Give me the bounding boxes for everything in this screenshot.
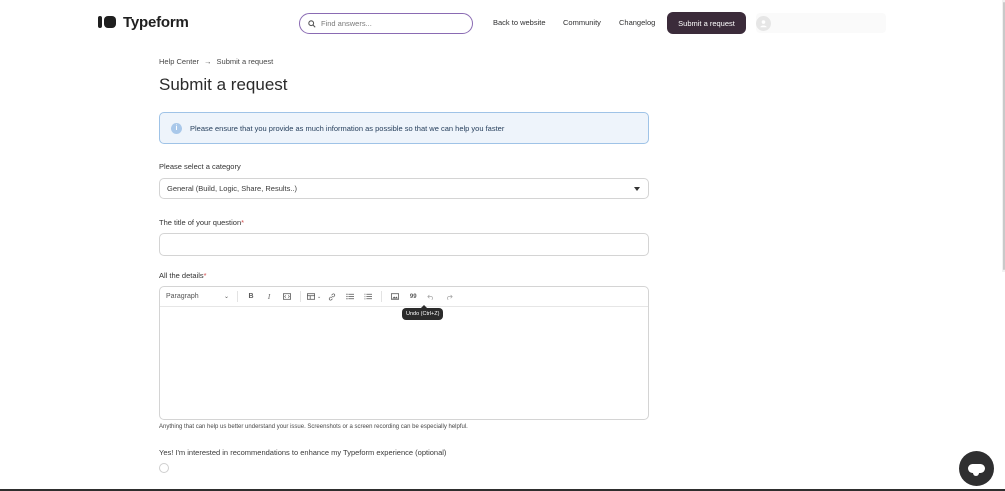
user-icon <box>760 19 767 27</box>
required-mark: * <box>203 271 207 280</box>
details-label: All the details* <box>159 271 207 280</box>
search-icon <box>308 19 316 28</box>
chat-bubble-icon <box>968 464 985 476</box>
toolbar-divider <box>381 291 383 302</box>
search-input[interactable] <box>321 19 461 28</box>
chevron-down-icon: ⌄ <box>223 294 229 300</box>
breadcrumb-current: Submit a request <box>216 57 274 66</box>
required-mark: * <box>241 218 245 227</box>
toolbar-divider <box>237 291 238 302</box>
typeform-logo[interactable]: Typeform <box>98 13 189 31</box>
details-editor[interactable]: Paragraph ⌄ B I ⌄ 99 <box>159 286 649 420</box>
breadcrumb-separator: → <box>204 57 212 66</box>
optin-label: Yes! I'm interested in recommendations t… <box>159 448 447 457</box>
image-button[interactable] <box>388 290 402 304</box>
title-label-text: The title of your question <box>159 218 242 227</box>
code-icon <box>283 293 291 300</box>
numbered-list-button[interactable] <box>361 290 375 304</box>
paragraph-style-label: Paragraph <box>166 293 199 300</box>
chat-widget-button[interactable] <box>959 451 994 486</box>
redo-icon <box>447 294 453 300</box>
title-input[interactable] <box>159 233 649 256</box>
nav-changelog[interactable]: Changelog <box>619 18 655 27</box>
notice-text: Please ensure that you provide as much i… <box>190 123 505 133</box>
brand-name: Typeform <box>123 13 189 31</box>
details-label-text: All the details <box>159 271 204 280</box>
optin-checkbox[interactable] <box>159 463 169 473</box>
submit-request-button[interactable]: Submit a request <box>667 12 746 34</box>
category-label: Please select a category <box>159 162 241 171</box>
paragraph-style-dropdown[interactable]: Paragraph ⌄ <box>166 293 233 300</box>
bulleted-list-icon <box>346 293 355 300</box>
numbered-list-icon <box>364 293 373 300</box>
logo-mark-icon <box>98 16 116 28</box>
user-menu[interactable] <box>756 13 886 33</box>
bold-button[interactable]: B <box>244 290 258 304</box>
avatar <box>756 15 771 31</box>
search-bar[interactable] <box>299 13 473 34</box>
link-button[interactable] <box>325 290 339 304</box>
toolbar-divider <box>300 291 301 302</box>
undo-tooltip: Undo (Ctrl+Z) <box>402 305 444 320</box>
nav-community[interactable]: Community <box>563 18 601 27</box>
page-title: Submit a request <box>159 75 288 94</box>
category-select[interactable]: General (Build, Logic, Share, Results..) <box>159 178 649 199</box>
redo-button[interactable] <box>442 290 456 304</box>
details-helper-text: Anything that can help us better underst… <box>159 424 468 430</box>
italic-button[interactable]: I <box>262 290 276 304</box>
chevron-down-icon: ⌄ <box>317 293 322 300</box>
caret-down-icon <box>634 186 640 191</box>
breadcrumb: Help Center → Submit a request <box>159 57 273 66</box>
editor-toolbar: Paragraph ⌄ B I ⌄ 99 <box>160 287 648 307</box>
undo-icon <box>427 294 433 300</box>
link-icon <box>329 292 336 301</box>
breadcrumb-help-center[interactable]: Help Center <box>159 57 199 66</box>
nav-back-to-website[interactable]: Back to website <box>493 18 546 27</box>
table-button[interactable]: ⌄ <box>307 290 321 304</box>
bulleted-list-button[interactable] <box>343 290 357 304</box>
image-icon <box>391 293 400 300</box>
info-icon: i <box>171 122 182 134</box>
title-label: The title of your question* <box>159 218 244 227</box>
blockquote-button[interactable]: 99 <box>406 290 420 304</box>
code-block-button[interactable] <box>280 290 294 304</box>
info-notice: i Please ensure that you provide as much… <box>159 112 649 144</box>
table-icon <box>307 293 315 300</box>
undo-button[interactable] <box>424 290 438 304</box>
category-selected-value: General (Build, Logic, Share, Results..) <box>167 184 298 193</box>
